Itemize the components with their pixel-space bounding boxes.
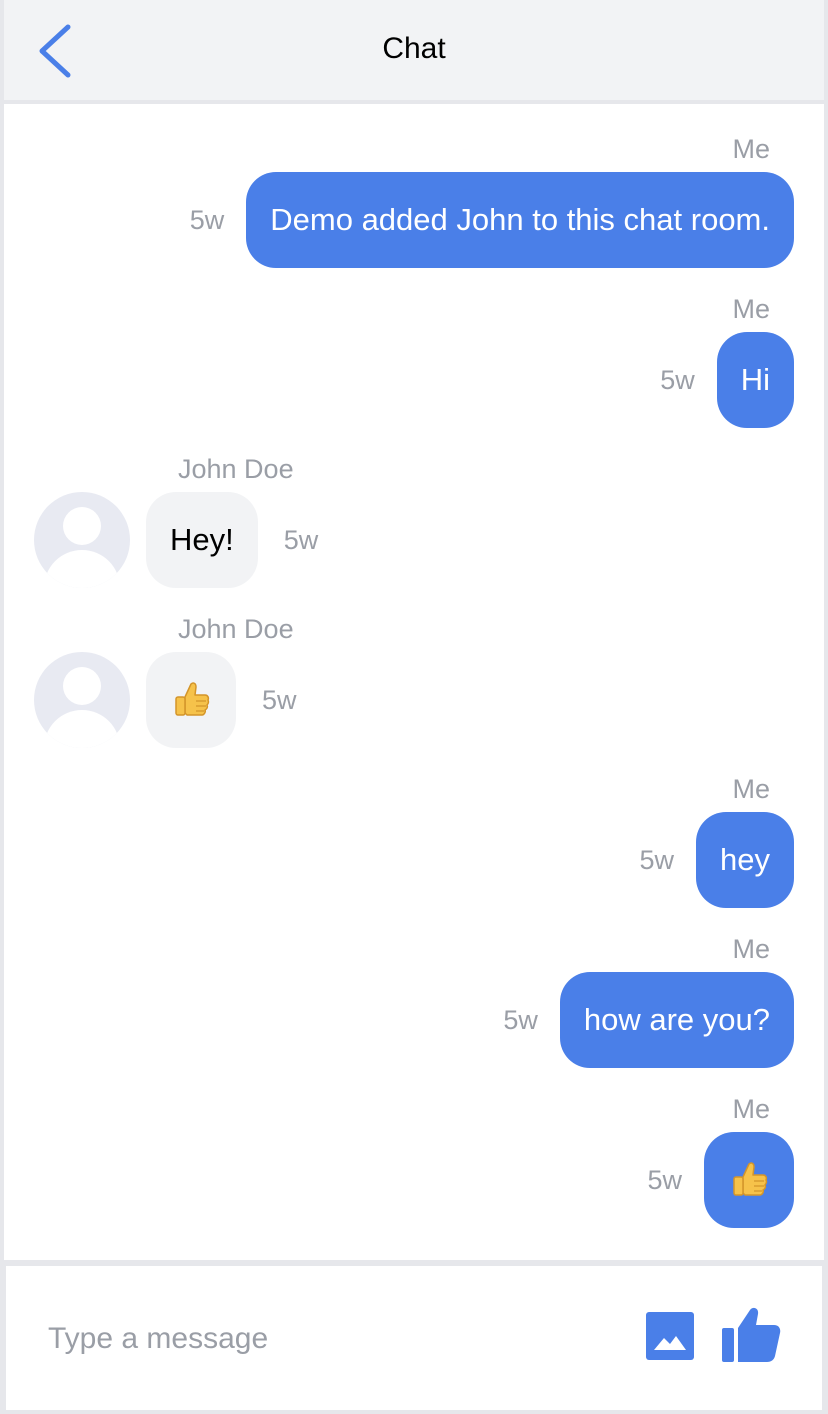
message-composer bbox=[6, 1266, 822, 1410]
message-time: 5w bbox=[189, 204, 225, 235]
message-time: 5w bbox=[262, 684, 297, 715]
message-bubble[interactable]: Demo added John to this chat room. bbox=[246, 172, 794, 268]
send-image-button[interactable] bbox=[646, 1312, 694, 1360]
message-time: 5w bbox=[639, 844, 675, 875]
page-title: Chat bbox=[382, 32, 446, 65]
message-sender: Me bbox=[732, 134, 770, 164]
thumbs-up-icon bbox=[175, 682, 210, 716]
message-sender: John Doe bbox=[178, 454, 294, 484]
avatar[interactable] bbox=[34, 652, 130, 748]
message-bubble[interactable]: 👍 bbox=[704, 1132, 794, 1228]
message-bubble[interactable]: 👍 bbox=[146, 652, 236, 748]
message-bubble[interactable]: Hi bbox=[716, 332, 794, 428]
message-bubble[interactable]: how are you? bbox=[559, 972, 794, 1068]
user-avatar-icon bbox=[44, 667, 120, 748]
image-icon bbox=[646, 1312, 694, 1360]
chat-header: Chat bbox=[4, 0, 824, 100]
message-list[interactable]: Me 5w Demo added John to this chat room.… bbox=[4, 104, 824, 1260]
message-time: 5w bbox=[647, 1164, 682, 1195]
message-sender: Me bbox=[732, 934, 770, 964]
user-avatar-icon bbox=[44, 507, 120, 588]
message-sender: Me bbox=[732, 294, 770, 324]
message-time: 5w bbox=[660, 364, 695, 395]
message-sender: Me bbox=[732, 774, 770, 804]
send-like-button[interactable] bbox=[720, 1306, 782, 1364]
message-sender: Me bbox=[732, 1094, 770, 1124]
message-sender: John Doe bbox=[178, 614, 294, 644]
message-time: 5w bbox=[283, 524, 319, 555]
message-bubble[interactable]: hey bbox=[696, 812, 794, 908]
thumbs-up-icon bbox=[733, 1162, 768, 1196]
message-bubble[interactable]: Hey! bbox=[146, 492, 258, 588]
message-input[interactable] bbox=[46, 1306, 610, 1372]
message-time: 5w bbox=[503, 1004, 538, 1035]
avatar[interactable] bbox=[34, 492, 130, 588]
thumbs-up-icon bbox=[722, 1307, 781, 1362]
